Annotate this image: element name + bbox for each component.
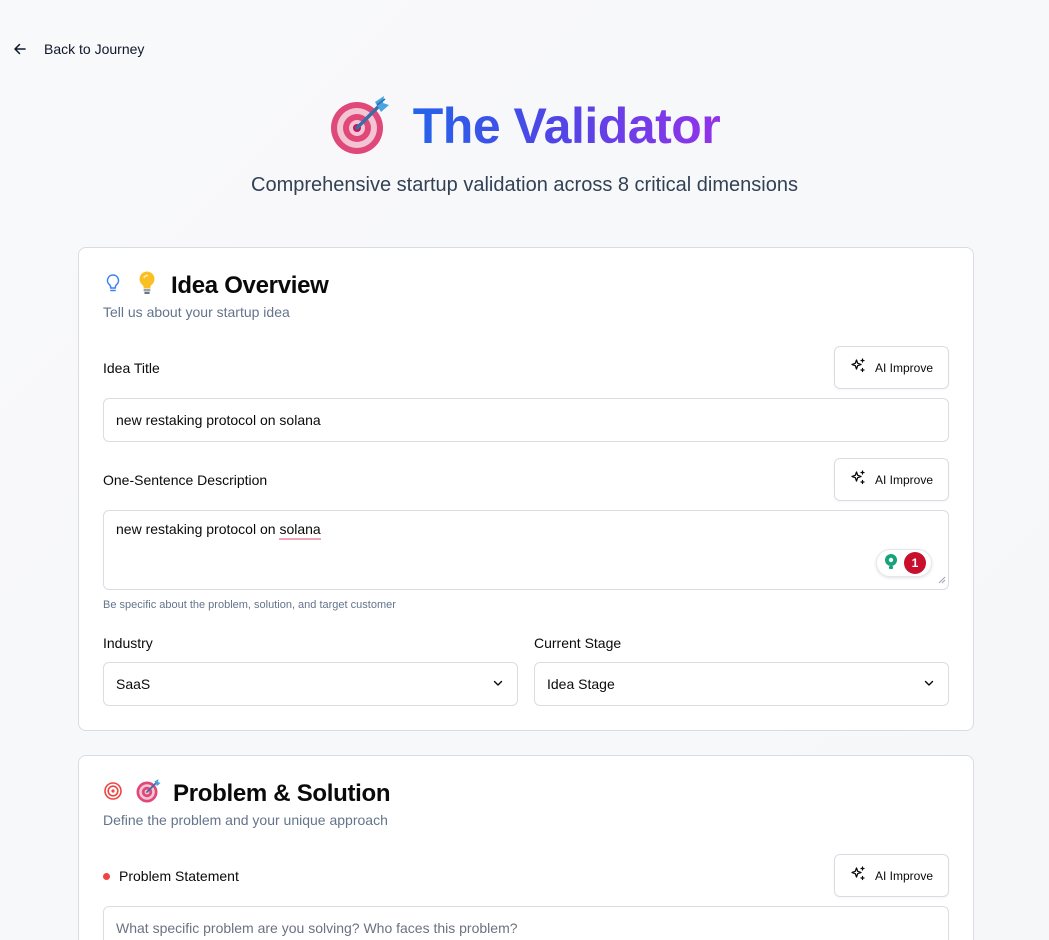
problem-solution-description: Define the problem and your unique appro… bbox=[103, 812, 388, 828]
problem-solution-title: Problem & Solution bbox=[173, 779, 391, 807]
back-label: Back to Journey bbox=[44, 41, 145, 57]
idea-overview-description: Tell us about your startup idea bbox=[103, 304, 290, 320]
problem-statement-label: Problem Statement bbox=[103, 868, 239, 884]
ai-improve-label: AI Improve bbox=[874, 360, 934, 375]
chevron-down-icon bbox=[491, 676, 505, 693]
stage-value: Idea Stage bbox=[547, 676, 615, 692]
problem-solution-card: Problem & Solution Define the problem an… bbox=[78, 755, 974, 940]
grammar-issue-count: 1 bbox=[904, 552, 926, 574]
problem-statement-ai-improve-button[interactable]: AI Improve bbox=[834, 854, 949, 897]
stage-label: Current Stage bbox=[534, 635, 622, 651]
resize-handle-icon[interactable] bbox=[938, 571, 946, 587]
idea-title-label: Idea Title bbox=[103, 360, 160, 376]
sparkles-icon bbox=[850, 866, 866, 885]
ai-improve-label: AI Improve bbox=[874, 472, 934, 487]
idea-overview-header: Idea Overview bbox=[103, 270, 329, 301]
idea-overview-card: Idea Overview Tell us about your startup… bbox=[78, 247, 974, 731]
hero-title-row: The Validator bbox=[329, 90, 721, 162]
sparkles-icon bbox=[850, 358, 866, 377]
one-sentence-help-text: Be specific about the problem, solution,… bbox=[103, 599, 396, 611]
arrow-left-icon bbox=[12, 41, 28, 57]
problem-solution-header: Problem & Solution bbox=[103, 778, 391, 809]
target-outline-icon bbox=[103, 781, 123, 806]
ai-improve-label: AI Improve bbox=[874, 868, 934, 883]
one-sentence-ai-improve-button[interactable]: AI Improve bbox=[834, 458, 949, 501]
back-to-journey-link[interactable]: Back to Journey bbox=[12, 38, 144, 60]
flagged-word[interactable]: solana bbox=[279, 521, 321, 540]
problem-statement-label-text: Problem Statement bbox=[119, 868, 239, 884]
required-indicator bbox=[103, 872, 110, 880]
one-sentence-label: One-Sentence Description bbox=[103, 472, 268, 488]
dart-target-icon bbox=[135, 778, 161, 809]
idea-title-input[interactable]: new restaking protocol on solana bbox=[103, 398, 949, 442]
page-title: The Validator bbox=[413, 90, 721, 162]
industry-select[interactable]: SaaS bbox=[103, 662, 518, 706]
idea-title-ai-improve-button[interactable]: AI Improve bbox=[834, 346, 949, 389]
problem-statement-textarea[interactable]: What specific problem are you solving? W… bbox=[103, 906, 949, 940]
lightbulb-icon bbox=[135, 270, 159, 301]
lightbulb-outline-icon bbox=[103, 272, 123, 299]
industry-value: SaaS bbox=[116, 676, 151, 692]
sparkles-icon bbox=[850, 470, 866, 489]
dart-target-icon bbox=[329, 93, 391, 160]
industry-label: Industry bbox=[103, 635, 153, 651]
stage-select[interactable]: Idea Stage bbox=[534, 662, 949, 706]
page-subtitle: Comprehensive startup validation across … bbox=[251, 174, 798, 196]
hero: The Validator Comprehensive startup vali… bbox=[0, 90, 1049, 197]
one-sentence-text: new restaking protocol on bbox=[116, 521, 280, 537]
chevron-down-icon bbox=[922, 676, 936, 693]
grammar-checker-badge[interactable]: 1 bbox=[876, 549, 932, 577]
one-sentence-textarea[interactable]: new restaking protocol on solana 1 bbox=[103, 510, 949, 590]
grammar-bulb-icon bbox=[882, 553, 900, 574]
idea-overview-title: Idea Overview bbox=[171, 271, 329, 299]
